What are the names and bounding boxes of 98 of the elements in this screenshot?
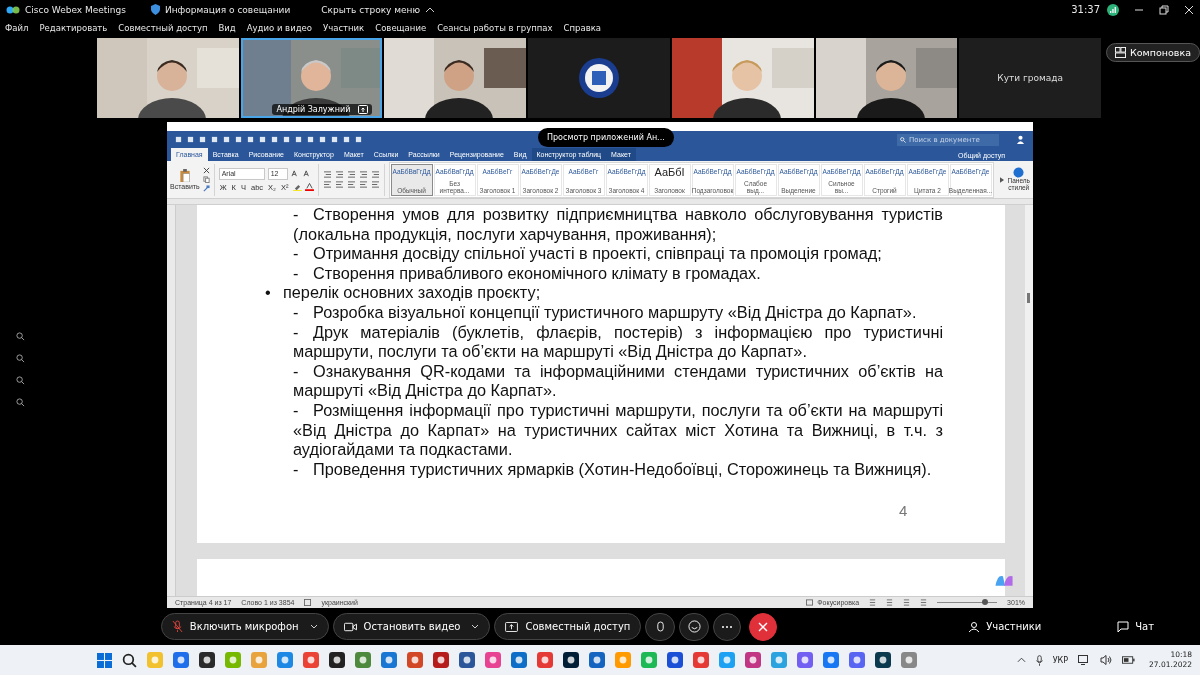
smiley-icon <box>687 620 701 633</box>
document-paragraph: - Створення привабливого економічного клімату в громадах. <box>292 263 762 284</box>
alignment-icon[interactable] <box>370 181 380 188</box>
tray-chevron-icon[interactable] <box>1016 657 1026 663</box>
menu-item[interactable]: Файл <box>5 22 29 33</box>
copy-icon[interactable] <box>202 176 210 183</box>
participants-button[interactable]: Участники <box>962 619 1048 634</box>
camera-icon <box>343 621 357 632</box>
app-icon[interactable] <box>199 652 216 668</box>
keyboard-language[interactable]: УКР <box>1052 655 1069 665</box>
proofing-icon <box>304 599 312 606</box>
app-icon[interactable] <box>875 652 892 668</box>
view-mode-icon[interactable] <box>886 599 894 606</box>
app-icon[interactable] <box>667 652 684 668</box>
hide-menu-button[interactable]: Скрыть строку меню <box>321 4 421 15</box>
raise-hand-button[interactable] <box>645 612 676 641</box>
person-icon <box>968 620 981 633</box>
tooltip: Просмотр приложений Ан... <box>538 128 674 147</box>
view-mode-icon[interactable] <box>920 599 928 606</box>
microphone-muted-icon <box>171 620 183 633</box>
font-tool-icon[interactable] <box>302 170 312 177</box>
menu-item[interactable]: Участник <box>322 22 365 33</box>
paragraph-tool-icon[interactable] <box>346 171 356 178</box>
chevron-up-icon <box>425 6 436 13</box>
participant-name: Кути громада <box>997 73 1063 83</box>
battery-icon[interactable] <box>1122 656 1136 664</box>
share-screen-icon <box>358 105 369 114</box>
app-icon[interactable] <box>459 652 476 668</box>
microphone-icon[interactable] <box>1035 654 1043 666</box>
webex-logo-icon <box>6 4 20 15</box>
share-screen-icon <box>505 621 519 632</box>
participant-name: Андрій Залужний <box>276 105 351 114</box>
app-icon[interactable] <box>563 652 580 668</box>
clipboard-icon <box>178 169 191 182</box>
app-icon[interactable] <box>329 652 346 668</box>
layout-icon <box>1115 47 1127 58</box>
alignment-icon[interactable] <box>358 181 368 188</box>
alignment-icon[interactable] <box>322 181 332 188</box>
caret-icon <box>309 624 318 629</box>
document-paragraph: - Розробка візуальної концепції туристичного маршруту «Від Дністра до Карпат». <box>292 302 918 323</box>
document-paragraph: - Отримання досвіду спільної участі в проекті, співпраці та промоція громад; <box>292 244 883 264</box>
search-icon <box>900 136 906 143</box>
chat-button[interactable]: Чат <box>1111 619 1160 634</box>
paragraph-tool-icon[interactable] <box>334 171 344 178</box>
app-title: Cisco Webex Meetings <box>25 4 126 15</box>
mic-button[interactable]: Включить микрофон <box>160 613 329 640</box>
document-paragraph: - Проведення туристичних ярмарків (Хотин-Недобоївці, Сторожинець та Вижниця). <box>292 459 933 480</box>
network-icon[interactable] <box>1078 655 1091 665</box>
paragraph-tool-icon[interactable] <box>322 171 332 178</box>
styles-pane-icon <box>1013 167 1025 179</box>
leave-meeting-button[interactable] <box>749 612 778 641</box>
scrollbar[interactable] <box>1025 205 1033 596</box>
chat-icon <box>1117 620 1130 633</box>
search-icon[interactable] <box>122 652 138 668</box>
document-paragraph: - Розміщення інформації про туристичні маршрути, послуги та об’єкти на маршруті «Від Дністра до Карпат» на туристичних сайтах міст Хотина та Вижниці, в т.ч. з аудіогайдами та подкастами. <box>292 400 943 460</box>
close-icon[interactable] <box>1184 4 1194 15</box>
document-paragraph: • перелік основних заходів проєкту; <box>265 283 542 303</box>
menu-item[interactable]: Вид <box>218 22 236 33</box>
page-number: 4 <box>899 501 908 521</box>
cut-icon[interactable] <box>202 167 210 174</box>
highlighter-icon[interactable] <box>292 183 302 191</box>
view-mode-icon[interactable] <box>869 599 877 606</box>
volume-icon[interactable] <box>1100 655 1113 665</box>
document-paragraph: - Ознакування QR-кодами та інформаційними стендами туристичних об’єктів на маршруті «Від Дністра до Карпат». <box>292 361 943 401</box>
more-icon <box>721 624 734 629</box>
signal-icon <box>1107 3 1119 16</box>
view-mode-icon[interactable] <box>903 599 911 606</box>
menu-item[interactable]: Сеансы работы в группах <box>437 22 553 33</box>
share-content-button[interactable]: Совместный доступ <box>494 613 642 640</box>
menu-item[interactable]: Справка <box>563 22 601 33</box>
windows-start-icon[interactable] <box>97 652 113 668</box>
paragraph-tool-icon[interactable] <box>370 171 380 178</box>
close-icon <box>758 621 769 632</box>
caret-icon <box>471 624 480 629</box>
user-icon[interactable] <box>1016 135 1025 144</box>
gallery-more-icon[interactable] <box>999 176 1004 183</box>
reactions-button[interactable] <box>679 612 710 641</box>
alignment-icon[interactable] <box>334 181 344 188</box>
font-color-icon[interactable] <box>304 183 314 191</box>
layout-button[interactable]: Компоновка <box>1106 43 1200 62</box>
focus-icon <box>806 599 814 606</box>
alignment-icon[interactable] <box>346 181 356 188</box>
meeting-timer: 31:37 <box>1071 4 1100 15</box>
paragraph-tool-icon[interactable] <box>358 171 368 178</box>
menu-item[interactable]: Совместный доступ <box>118 22 208 33</box>
font-tool-icon[interactable] <box>290 170 300 177</box>
menu-item[interactable]: Аудио и видео <box>246 22 312 33</box>
restore-icon[interactable] <box>1159 4 1169 15</box>
menu-item[interactable]: Совещание <box>375 22 427 33</box>
document-paragraph: - Друк матеріалів (буклетів, флаєрів, постерів) з інформацією про туристичні маршрути, послуги та об’єкти на маршруті «Від Дністра до Карпат». <box>292 322 943 362</box>
document-paragraph: - Створення умов для розвитку підприємництва навколо обслуговування туристів (локальна продукція, послуги харчування, проживання); <box>292 205 943 245</box>
menu-item[interactable]: Редактировать <box>39 22 108 33</box>
assistant-icon[interactable] <box>993 573 1015 588</box>
shield-icon <box>150 4 160 15</box>
meeting-info-button[interactable]: Информация о совещании <box>164 4 291 15</box>
zoom-slider[interactable] <box>982 599 989 605</box>
video-button[interactable]: Остановить видео <box>332 613 491 640</box>
format-painter-icon[interactable] <box>202 185 210 192</box>
